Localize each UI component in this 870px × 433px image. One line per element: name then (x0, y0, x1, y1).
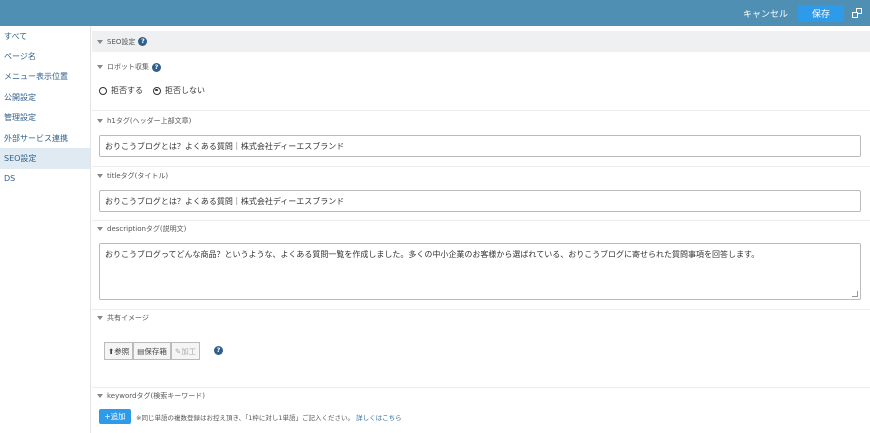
collapse-icon (97, 316, 103, 320)
keyword-label: keywordタグ(検索キーワード) (107, 392, 205, 400)
robots-label: ロボット収集 (107, 63, 149, 71)
collapse-icon (97, 65, 103, 69)
save-button[interactable]: 保存 (798, 4, 844, 22)
image-button-group: ⬆ 参照 ▤ 保存箱 ✎ 加工 (104, 342, 201, 360)
sidebar-item-publish[interactable]: 公開設定 (0, 87, 90, 107)
collapse-icon (97, 39, 103, 44)
image-heading[interactable]: 共有イメージ (97, 313, 149, 323)
radio-circle-icon (99, 86, 107, 95)
sidebar-item-label: すべて (4, 31, 28, 41)
h1-heading[interactable]: h1タグ(ヘッダー上部文章) (97, 116, 191, 126)
divider (92, 166, 870, 167)
sidebar-item-label: DS (4, 174, 16, 184)
top-toolbar: キャンセル 保存 (0, 0, 870, 26)
divider (92, 220, 870, 221)
sidebar-item-external[interactable]: 外部サービス連携 (0, 128, 90, 148)
sidebar-item-label: 管理設定 (4, 113, 36, 123)
image-label: 共有イメージ (107, 314, 149, 322)
keyword-note: ※同じ単語の複数登録はお控え頂き、「1枠に対し1単語」ご記入ください。 詳しくは… (136, 412, 402, 422)
title-label: titleタグ(タイトル) (107, 172, 169, 180)
collapse-icon (97, 394, 103, 398)
section-title: SEO設定 (107, 37, 136, 46)
collapse-icon (97, 174, 103, 178)
edit-button[interactable]: ✎ 加工 (170, 342, 201, 360)
radio-label: 拒否しない (165, 86, 205, 95)
divider (92, 110, 870, 111)
details-link[interactable]: 詳しくはこちら (356, 414, 402, 422)
help-icon[interactable]: ? (138, 37, 148, 46)
add-keyword-button[interactable]: + 追加 (99, 409, 131, 424)
browse-label: 参照 (114, 346, 130, 356)
sidebar-item-ds[interactable]: DS (0, 169, 90, 189)
description-label: descriptionタグ(説明文) (107, 225, 187, 233)
description-heading[interactable]: descriptionタグ(説明文) (97, 224, 186, 234)
help-icon[interactable]: ? (214, 346, 223, 355)
sidebar-item-label: メニュー表示位置 (4, 72, 68, 82)
collapse-icon (97, 227, 103, 231)
sidebar-item-label: 公開設定 (4, 92, 36, 102)
h1-label: h1タグ(ヘッダー上部文章) (107, 117, 192, 125)
radio-deny[interactable]: 拒否する (99, 85, 143, 96)
cancel-button[interactable]: キャンセル (743, 7, 788, 20)
sidebar-item-label: SEO設定 (4, 154, 37, 164)
keyword-heading[interactable]: keywordタグ(検索キーワード) (97, 391, 205, 401)
divider (92, 309, 870, 310)
divider (92, 387, 870, 388)
title-input[interactable]: おりこうブログとは？よくある質問｜株式会社ディーエスブランド (99, 190, 861, 212)
storage-label: 保存箱 (144, 346, 167, 356)
title-heading[interactable]: titleタグ(タイトル) (97, 171, 168, 181)
storage-box-icon: ▤ (137, 346, 145, 356)
description-text: おりこうブログってどんな商品？というような、よくある質問一覧を作成しました。多く… (105, 250, 760, 259)
browse-button[interactable]: ⬆ 参照 (104, 342, 134, 360)
radio-label: 拒否する (111, 86, 143, 95)
add-label: 追加 (110, 412, 126, 421)
keyword-note-text: ※同じ単語の複数登録はお控え頂き、「1枠に対し1単語」ご記入ください。 (136, 414, 355, 422)
storage-button[interactable]: ▤ 保存箱 (133, 342, 171, 360)
help-icon[interactable]: ? (152, 62, 161, 72)
sidebar-item-label: 外部サービス連携 (4, 133, 68, 143)
sidebar-item-all[interactable]: すべて (0, 26, 90, 46)
h1-input[interactable]: おりこうブログとは？よくある質問｜株式会社ディーエスブランド (99, 135, 861, 157)
settings-sidebar: すべて ページ名 メニュー表示位置 公開設定 管理設定 外部サービス連携 SEO… (0, 26, 91, 433)
seo-settings-panel: SEO設定 ? ロボット収集 ? 拒否する 拒否しない h1タグ(ヘッダー上部文… (92, 26, 870, 433)
sidebar-item-page-name[interactable]: ページ名 (0, 46, 90, 66)
sidebar-item-seo[interactable]: SEO設定 (0, 148, 90, 169)
section-header[interactable]: SEO設定 ? (92, 31, 870, 52)
edit-label: 加工 (181, 346, 197, 356)
radio-allow[interactable]: 拒否しない (153, 85, 205, 96)
robots-heading[interactable]: ロボット収集 ? (97, 62, 161, 72)
sidebar-item-label: ページ名 (4, 52, 36, 62)
resize-grip-icon[interactable] (852, 291, 858, 297)
sidebar-item-admin[interactable]: 管理設定 (0, 108, 90, 128)
description-textarea[interactable]: おりこうブログってどんな商品？というような、よくある質問一覧を作成しました。多く… (99, 243, 861, 300)
radio-checked-icon (153, 86, 161, 95)
collapse-icon (97, 119, 103, 123)
sidebar-item-menu-position[interactable]: メニュー表示位置 (0, 67, 90, 87)
window-toggle-icon[interactable] (852, 8, 862, 18)
